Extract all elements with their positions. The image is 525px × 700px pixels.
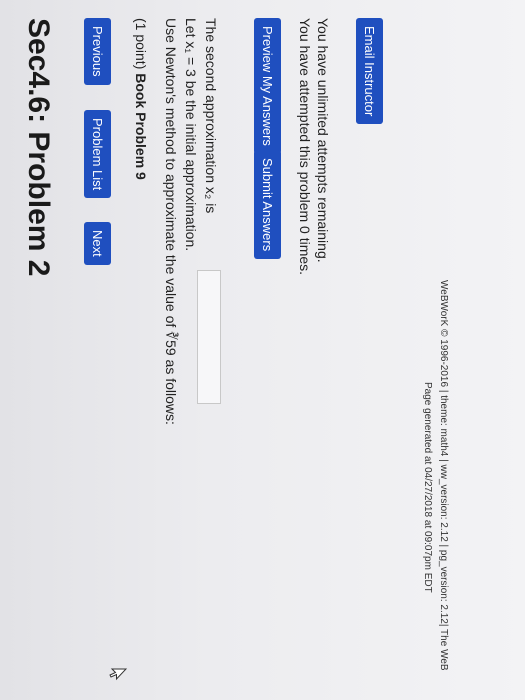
preview-answers-button[interactable]: Preview My Answers	[254, 18, 281, 154]
problem-name: Book Problem 9	[133, 73, 149, 180]
page-generated-text: Page generated at 04/27/2018 at 09:07pm …	[422, 382, 433, 593]
answer-input[interactable]	[197, 270, 221, 404]
problem-text-line-3: The second approximation x₂ is	[203, 18, 219, 214]
problem-header: (1 point) Book Problem 9	[133, 18, 149, 180]
submit-answers-button[interactable]: Submit Answers	[254, 150, 281, 260]
previous-button[interactable]: Previous	[84, 18, 111, 85]
arrow-cursor-icon	[104, 668, 128, 682]
footer-credit: WeBWorK © 1996-2016 | theme: math4 | ww_…	[438, 280, 449, 671]
next-button[interactable]: Next	[84, 222, 111, 265]
email-instructor-button[interactable]: Email Instructor	[356, 18, 383, 125]
attempts-status: You have attempted this problem 0 times.	[297, 18, 313, 276]
problem-text-line-1: Use Newton's method to approximate the v…	[163, 18, 179, 425]
webwork-page: Sec4.6: Problem 2 Previous Problem List …	[0, 0, 525, 700]
problem-text-line-2: Let x₁ = 3 be the initial approximation.	[183, 18, 199, 252]
problem-points: (1 point)	[133, 18, 149, 70]
attempts-remaining: You have unlimited attempts remaining.	[315, 18, 331, 263]
problem-list-button[interactable]: Problem List	[84, 110, 111, 199]
page-title: Sec4.6: Problem 2	[22, 18, 55, 277]
